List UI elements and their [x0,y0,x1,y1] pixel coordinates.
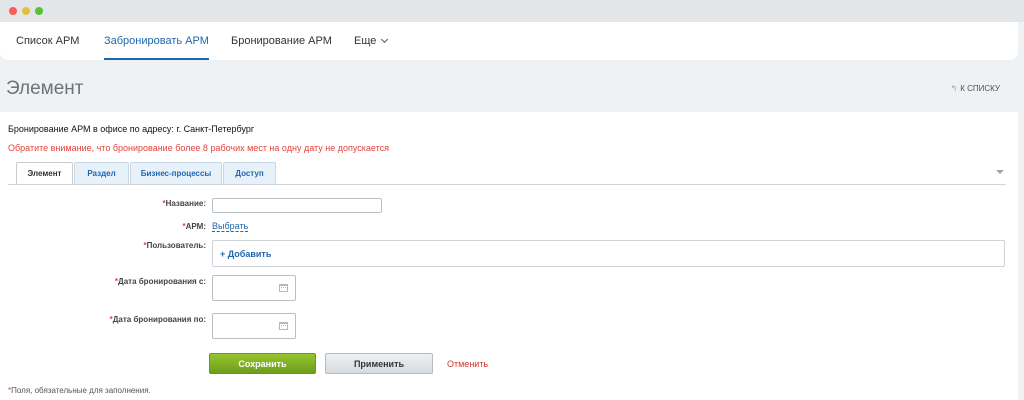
form-panel: Бронирование АРМ в офисе по адресу: г. С… [0,112,1018,400]
back-to-list-link[interactable]: ↰ К СПИСКУ [951,84,1000,93]
date-to-input[interactable] [212,313,296,339]
back-to-list-label: К СПИСКУ [960,84,1000,93]
chevron-down-icon [381,35,389,44]
name-input[interactable] [212,198,382,213]
user-field: + Добавить [212,240,1005,267]
arm-label: *АРМ: [182,222,206,231]
tab-arm-list[interactable]: Список АРМ [16,22,79,60]
minimize-window-button[interactable] [22,7,30,15]
date-to-label: *Дата бронирования по: [109,315,206,324]
form-tab-business-processes[interactable]: Бизнес-процессы [130,162,222,184]
name-label: *Название: [162,199,206,208]
date-from-input[interactable] [212,275,296,301]
triangle-down-icon[interactable] [996,170,1004,174]
tab-more-label: Еще [354,35,377,47]
select-arm-link[interactable]: Выбрать [212,221,249,232]
tabs-divider [8,184,1006,185]
save-button[interactable]: Сохранить [209,353,316,374]
booking-limit-warning: Обратите внимание, что бронирование боле… [8,143,389,153]
form-tab-section[interactable]: Раздел [74,162,129,184]
top-navigation: Список АРМ Забронировать АРМ Бронировани… [0,22,1018,60]
close-window-button[interactable] [9,7,17,15]
required-fields-note: *Поля, обязательные для заполнения. [8,386,151,395]
tab-arm-bookings[interactable]: Бронирование АРМ [231,22,332,60]
date-from-label: *Дата бронирования с: [114,277,206,286]
cancel-link[interactable]: Отменить [447,359,488,369]
window-titlebar [0,0,1024,22]
apply-button[interactable]: Применить [325,353,433,374]
tab-more[interactable]: Еще [354,22,389,60]
return-arrow-icon: ↰ [950,84,958,93]
form-tab-access[interactable]: Доступ [223,162,276,184]
page-title: Элемент [6,78,84,99]
office-address-text: Бронирование АРМ в офисе по адресу: г. С… [8,124,255,134]
form-tab-element[interactable]: Элемент [16,162,73,185]
maximize-window-button[interactable] [35,7,43,15]
user-label: *Пользователь: [143,241,206,250]
calendar-icon[interactable] [279,322,288,330]
add-user-button[interactable]: + Добавить [220,249,271,259]
calendar-icon[interactable] [279,284,288,292]
tab-book-arm[interactable]: Забронировать АРМ [104,22,209,60]
